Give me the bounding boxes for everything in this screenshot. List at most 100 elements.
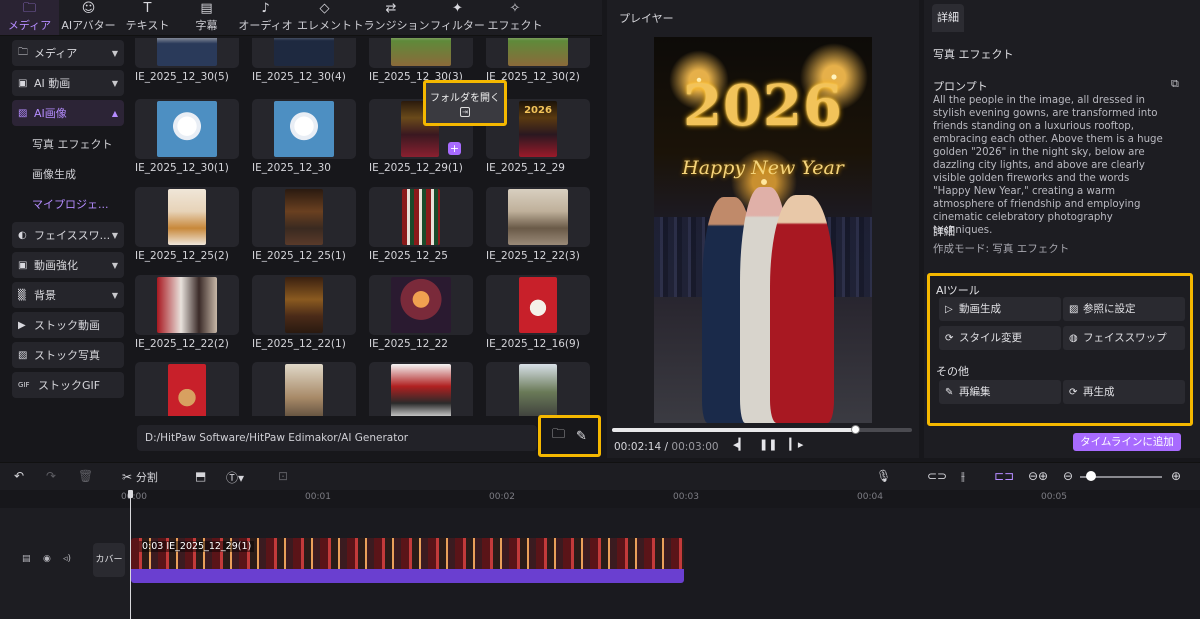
media-thumbnail <box>252 99 356 159</box>
sidebar-item-stock-video[interactable]: ▶ ストック動画 <box>12 312 124 338</box>
tab-transition[interactable]: ⇄ トランジション <box>353 0 430 35</box>
folder-icon: 🗀 <box>18 46 28 58</box>
sidebar-item-ai-image[interactable]: ▨ AI画像 ▲ <box>12 100 124 126</box>
crop-icon[interactable]: ⊡ <box>278 469 288 483</box>
link-icon[interactable]: ⊂⊃ <box>927 469 947 483</box>
timeline-ruler[interactable]: 00:00 00:01 00:02 00:03 00:04 00:05 <box>0 490 1200 508</box>
undo-icon[interactable]: ↶ <box>14 469 24 483</box>
set-reference-button[interactable]: ▨ 参照に設定 <box>1063 297 1185 321</box>
generate-video-button[interactable]: ▷ 動画生成 <box>939 297 1061 321</box>
zoom-out-icon[interactable]: ⊖ <box>1063 469 1073 483</box>
fit-icon[interactable]: ⊖⊕ <box>1028 469 1048 483</box>
media-item[interactable] <box>369 362 473 416</box>
sidebar-subitem-image-generation[interactable]: 画像生成 <box>32 160 128 190</box>
open-folder-icon[interactable]: 🗀 <box>552 425 565 447</box>
tab-filter[interactable]: ✦ フィルター <box>428 0 487 35</box>
media-item[interactable]: IE_2025_12_25(1) <box>252 187 356 262</box>
playhead-handle[interactable] <box>128 490 133 498</box>
sidebar-item-label: 動画強化 <box>34 259 78 272</box>
sidebar-item-label: ストック動画 <box>34 319 100 332</box>
scrubber-knob[interactable] <box>850 425 860 434</box>
split-label: 分割 <box>135 471 158 484</box>
media-item[interactable] <box>486 362 590 416</box>
add-icon[interactable]: + <box>448 142 461 155</box>
sidebar-item-background[interactable]: ▒ 背景 ▼ <box>12 282 124 308</box>
chevron-down-icon: ▼ <box>111 48 118 58</box>
eye-icon[interactable]: ◉ <box>43 554 51 564</box>
sidebar-item-video-enhance[interactable]: ▣ 動画強化 ▼ <box>12 252 124 278</box>
sidebar-item-face-swap[interactable]: ◐ フェイススワ... ▼ <box>12 222 124 248</box>
tab-audio[interactable]: ♪ オーディオ <box>236 0 295 35</box>
media-item[interactable]: IE_2025_12_16(9) <box>486 275 590 350</box>
redo-icon[interactable]: ↷ <box>46 469 56 483</box>
tab-subtitle[interactable]: ▤ 字幕 <box>177 0 236 35</box>
tab-text[interactable]: T テキスト <box>118 0 177 35</box>
media-item[interactable]: IE_2025_12_30(3) <box>369 38 473 83</box>
media-item[interactable]: IE_2025_12_25(2) <box>135 187 239 262</box>
tab-ai-avatar[interactable]: ☺ AIアバター <box>59 0 118 35</box>
photo-icon: ▨ <box>18 349 28 361</box>
media-item[interactable] <box>135 362 239 416</box>
clip-label: 0:03 IE_2025_12_29(1) <box>139 541 255 552</box>
sidebar-item-media[interactable]: 🗀 メディア ▼ <box>12 40 124 66</box>
copy-icon[interactable]: ⧉ <box>1171 77 1179 91</box>
media-item[interactable]: IE_2025_12_30(4) <box>252 38 356 83</box>
ruler-tick: 00:03 <box>673 492 699 502</box>
tab-media[interactable]: 🗀 メディア <box>0 0 59 35</box>
previous-frame-icon[interactable]: ◂▎ <box>733 438 747 451</box>
media-item[interactable]: IE_2025_12_22(3) <box>486 187 590 262</box>
split-button[interactable]: ✂ 分割 <box>122 469 158 485</box>
sidebar-item-stock-gif[interactable]: GIF ストックGIF <box>12 372 124 398</box>
media-item[interactable]: IE_2025_12_30(2) <box>486 38 590 83</box>
microphone-icon[interactable]: 🎙 <box>876 469 891 483</box>
media-item[interactable] <box>252 362 356 416</box>
media-item[interactable]: IE_2025_12_30 <box>252 99 356 174</box>
magnet-icon[interactable]: ⊏⊐ <box>994 469 1014 483</box>
top-tab-bar: 🗀 メディア ☺ AIアバター T テキスト ▤ 字幕 ♪ オーディオ ◇ エレメント ⇄ ト… <box>0 0 602 36</box>
face-swap-button[interactable]: ◍ フェイススワップ <box>1063 326 1185 350</box>
timeline-clip[interactable]: 0:03 IE_2025_12_29(1) <box>131 538 684 583</box>
sidebar-item-label: メディア <box>34 47 78 60</box>
speaker-icon[interactable]: ◃) <box>63 554 71 564</box>
output-path-field[interactable]: D:/HitPaw Software/HitPaw Edimakor/AI Ge… <box>137 425 537 451</box>
pause-icon[interactable]: ❚❚ <box>759 438 777 451</box>
zoom-slider-knob[interactable] <box>1086 471 1096 481</box>
change-style-button[interactable]: ⟳ スタイル変更 <box>939 326 1061 350</box>
media-item[interactable]: IE_2025_12_30(5) <box>135 38 239 83</box>
media-item-label: IE_2025_12_22(2) <box>135 338 229 350</box>
text-dropdown-icon[interactable]: Ⓣ▾ <box>226 469 244 486</box>
media-thumbnail <box>252 362 356 416</box>
marker-icon[interactable]: ⬒ <box>195 469 206 483</box>
track-lock-icon[interactable]: ▤ <box>22 554 31 564</box>
tab-details[interactable]: 詳細 <box>932 4 964 32</box>
sidebar-subitem-my-projects[interactable]: マイプロジェ... <box>32 190 128 220</box>
regenerate-button[interactable]: ⟳ 再生成 <box>1063 380 1185 404</box>
background-icon: ▒ <box>18 289 26 301</box>
media-item[interactable]: IE_2025_12_22 <box>369 275 473 350</box>
clip-bar <box>131 569 684 583</box>
snap-icon[interactable]: ⫲ <box>961 469 965 484</box>
avatar-icon: ☺ <box>81 1 96 16</box>
media-item[interactable]: IE_2025_12_30(1) <box>135 99 239 174</box>
sidebar-item-stock-photo[interactable]: ▨ ストック写真 <box>12 342 124 368</box>
sidebar-item-ai-video[interactable]: ▣ AI 動画 ▼ <box>12 70 124 96</box>
edit-path-icon[interactable]: ✎ <box>576 429 587 444</box>
re-edit-button[interactable]: ✎ 再編集 <box>939 380 1061 404</box>
playback-scrubber[interactable] <box>612 425 912 434</box>
sidebar-item-label: 背景 <box>34 289 56 302</box>
next-frame-icon[interactable]: ▎▸ <box>789 438 803 451</box>
tab-element[interactable]: ◇ エレメント <box>295 0 354 35</box>
cover-button[interactable]: カバー <box>93 543 125 577</box>
sidebar-item-label: フェイススワ... <box>34 229 111 242</box>
video-preview[interactable]: 2026 Happy New Year <box>654 37 872 423</box>
media-item[interactable]: IE_2025_12_22(1) <box>252 275 356 350</box>
sidebar-subitem-photo-effect[interactable]: 写真 エフェクト <box>32 130 128 160</box>
delete-icon[interactable]: 🗑 <box>78 469 93 483</box>
add-to-timeline-button[interactable]: タイムラインに追加 <box>1073 433 1181 451</box>
cursor-icon: ⇥ <box>460 107 470 117</box>
zoom-in-icon[interactable]: ⊕ <box>1171 469 1181 483</box>
tab-effect[interactable]: ✧ エフェクト <box>487 0 543 35</box>
playhead[interactable] <box>130 490 131 619</box>
media-item[interactable]: IE_2025_12_22(2) <box>135 275 239 350</box>
media-item[interactable]: IE_2025_12_25 <box>369 187 473 262</box>
